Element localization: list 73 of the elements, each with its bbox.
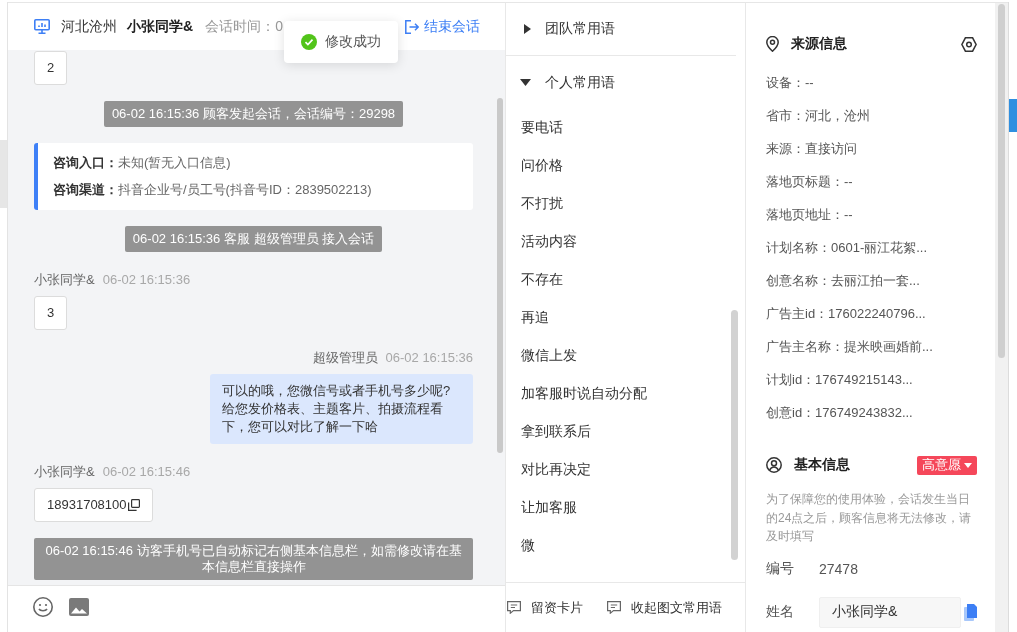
- intent-tag-dropdown[interactable]: 高意愿: [917, 455, 977, 475]
- caret-down-icon: [964, 462, 972, 468]
- section-title: 来源信息: [791, 35, 847, 53]
- sender-name: 小张同学&: [34, 464, 95, 480]
- session-time: 会话时间：0: [205, 17, 283, 36]
- phrase-group-toggle[interactable]: 团队常用语: [506, 3, 736, 56]
- sender-name: 小张同学&: [34, 272, 95, 288]
- message-text: 18931708100: [47, 496, 127, 514]
- monitor-icon: [34, 19, 50, 34]
- logout-icon: [405, 19, 419, 34]
- customer-name: 小张同学&: [127, 17, 194, 36]
- phrase-item[interactable]: 对比再决定: [506, 451, 591, 489]
- input-field[interactable]: 小张同学&: [819, 596, 961, 628]
- entry-value: 抖音企业号/员工号(抖音号ID：2839502213): [118, 181, 372, 199]
- field-value: 27478: [819, 560, 858, 577]
- phrase-item[interactable]: 不打扰: [506, 185, 563, 223]
- entry-label: 咨询入口：: [53, 154, 118, 172]
- end-session-button[interactable]: 结束会话: [405, 17, 480, 36]
- phrase-group-toggle[interactable]: 个人常用语: [506, 56, 745, 109]
- sender-name: 超级管理员: [312, 350, 378, 366]
- system-notice: 06-02 16:15:36 顾客发起会话，会话编号：29298: [103, 101, 404, 127]
- message-time: 06-02 16:15:36: [102, 272, 191, 288]
- info-row-text: 计划id：176749215143...: [766, 371, 913, 389]
- info-row-text: 创意名称：去丽江拍一套...: [766, 272, 920, 290]
- phrase-item[interactable]: 活动内容: [506, 223, 577, 261]
- scrollbar-thumb[interactable]: [497, 98, 503, 453]
- field-label: 编号: [766, 559, 795, 578]
- message-text: 3: [47, 304, 55, 322]
- phrase-item[interactable]: 让加客服: [506, 489, 577, 527]
- location-text: 河北沧州: [61, 17, 117, 36]
- info-row-text: 来源：直接访问: [766, 140, 857, 158]
- info-row-text: 省市：河北，沧州: [766, 107, 870, 125]
- message-text: 可以的哦，您微信号或者手机号多少呢?给您发价格表、主题客片、拍摄流程看下，您可以对比了解一下哈: [222, 383, 451, 434]
- info-row-text: 创意id：176749243832...: [766, 404, 913, 422]
- system-notice: 06-02 16:15:36 客服 超级管理员 接入会话: [124, 226, 383, 252]
- info-row-text: 广告主名称：提米映画婚前...: [766, 338, 933, 356]
- info-row-text: 设备：--: [766, 74, 814, 92]
- image-icon[interactable]: [69, 598, 89, 616]
- phrase-item[interactable]: 拿到联系后: [506, 413, 591, 451]
- info-row-text: 计划名称：0601-丽江花絮...: [766, 239, 928, 257]
- entry-value: 未知(暂无入口信息): [118, 154, 231, 172]
- phrase-item[interactable]: 要电话: [506, 109, 563, 147]
- phrase-item[interactable]: 问价格: [506, 147, 563, 185]
- footer-action-button[interactable]: 留资卡片: [507, 598, 583, 617]
- check-circle-icon: [301, 34, 317, 50]
- settings-icon[interactable]: [961, 36, 977, 52]
- message-time: 06-02 16:15:36: [385, 350, 473, 366]
- toast-text: 修改成功: [325, 33, 381, 51]
- info-row-text: 落地页标题：--: [766, 173, 853, 191]
- scrollbar-thumb[interactable]: [998, 4, 1005, 358]
- phrase-item[interactable]: 微信上发: [506, 337, 577, 375]
- footer-action-button[interactable]: 收起图文常用语: [607, 598, 722, 617]
- entry-label: 咨询渠道：: [53, 181, 118, 199]
- background-window-strip: [1009, 99, 1017, 132]
- smiley-icon[interactable]: [33, 597, 53, 617]
- phrase-item[interactable]: 加客服时说自动分配: [506, 375, 647, 413]
- message-text: 2: [47, 59, 55, 77]
- user-circle-icon: [766, 457, 782, 473]
- scrollbar-thumb[interactable]: [731, 310, 738, 560]
- speech-bubble-icon: [607, 601, 621, 614]
- message-time: 06-02 16:15:46: [102, 464, 191, 480]
- section-title: 基本信息: [794, 456, 850, 474]
- info-row-text: 广告主id：176022240796...: [766, 305, 926, 323]
- speech-bubble-icon: [507, 601, 521, 614]
- phrase-item[interactable]: 不存在: [506, 261, 563, 299]
- field-label: 姓名: [766, 603, 795, 621]
- phrase-item[interactable]: 微: [506, 527, 535, 565]
- system-notice: 06-02 16:15:46 访客手机号已自动标记右侧基本信息栏，如需修改请在基本信息栏直接操作: [34, 538, 473, 580]
- location-pin-icon: [766, 36, 779, 52]
- copy-icon[interactable]: [127, 499, 140, 511]
- hint-text: 为了保障您的使用体验，会话发生当日的24点之后，顾客信息将无法修改，请及时填写: [766, 491, 973, 545]
- info-row-text: 落地页地址：--: [766, 206, 853, 224]
- phrase-item[interactable]: 再追: [506, 299, 549, 337]
